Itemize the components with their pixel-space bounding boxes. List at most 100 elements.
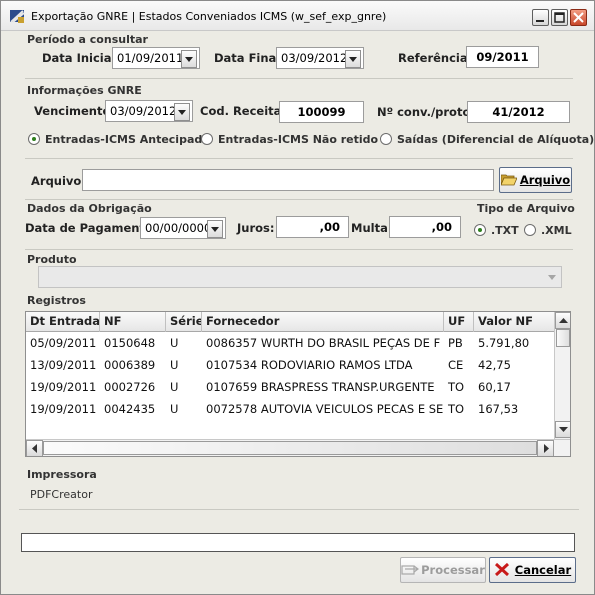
referencia-label: Referência:	[398, 51, 473, 65]
cell-uf: TO	[448, 402, 465, 416]
data-inicial-value: 01/09/2011	[117, 51, 184, 65]
scroll-right-button[interactable]	[537, 440, 554, 456]
divider	[25, 158, 573, 159]
cell-dt-entrada: 19/09/2011	[30, 402, 97, 416]
column-header-nf[interactable]: NF	[100, 312, 166, 332]
arquivo-button-label: Arquivo	[519, 173, 571, 187]
cell-nf: 0150648	[104, 336, 156, 350]
referencia-value: 09/2011	[476, 50, 529, 64]
cell-serie: U	[170, 358, 179, 372]
horizontal-scroll-thumb[interactable]	[43, 441, 537, 455]
radio-unselected-icon	[201, 133, 213, 145]
cell-dt-entrada: 05/09/2011	[30, 336, 97, 350]
radio-label: Entradas-ICMS Não retido	[218, 133, 379, 146]
scroll-up-button[interactable]	[555, 312, 570, 329]
produto-group-label: Produto	[27, 253, 77, 266]
radio-xml[interactable]: .XML	[524, 224, 572, 237]
cell-dt-entrada: 19/09/2011	[30, 380, 97, 394]
vertical-scrollbar[interactable]	[554, 312, 570, 439]
data-pagamento-dropdown[interactable]: 00/00/0000	[140, 217, 226, 239]
chevron-down-icon	[178, 110, 186, 115]
data-inicial-label: Data Inicial:	[42, 51, 121, 65]
data-pagamento-value: 00/00/0000	[145, 221, 212, 235]
arquivo-button[interactable]: Arquivo	[499, 167, 572, 193]
cell-uf: CE	[448, 358, 464, 372]
radio-label: Entradas-ICMS Antecipado	[45, 133, 210, 146]
cell-fornecedor: 0072578 AUTOVIA VEICULOS PECAS E SE	[206, 402, 444, 416]
window-title: Exportação GNRE | Estados Conveniados IC…	[31, 10, 387, 23]
table-row[interactable]: 19/09/2011 0042435 U 0072578 AUTOVIA VEI…	[26, 398, 554, 420]
data-final-dropdown[interactable]: 03/09/2012	[276, 47, 364, 69]
chevron-left-icon	[32, 444, 37, 453]
horizontal-scrollbar[interactable]	[26, 439, 570, 456]
table-row[interactable]: 13/09/2011 0006389 U 0107534 RODOVIARIO …	[26, 354, 554, 376]
cell-fornecedor: 0086357 WURTH DO BRASIL PEÇAS DE F	[206, 336, 441, 350]
data-inicial-dropdown[interactable]: 01/09/2011	[112, 47, 200, 69]
cod-receita-input[interactable]: 100099	[279, 101, 364, 123]
scroll-down-button[interactable]	[555, 421, 570, 438]
radio-saidas-diferencial[interactable]: Saídas (Diferencial de Alíquota)	[380, 133, 594, 146]
data-pagamento-dropdown-button[interactable]	[207, 220, 223, 238]
column-header-serie[interactable]: Série	[166, 312, 202, 332]
periodo-group-label: Período a consultar	[27, 33, 148, 46]
column-header-valor-nf[interactable]: Valor NF	[474, 312, 554, 332]
table-row[interactable]: 19/09/2011 0002726 U 0107659 BRASPRESS T…	[26, 376, 554, 398]
minimize-button[interactable]	[532, 9, 549, 26]
radio-unselected-icon	[380, 133, 392, 145]
column-header-fornecedor[interactable]: Fornecedor	[202, 312, 444, 332]
divider	[19, 509, 579, 510]
processar-button[interactable]: Processar	[400, 557, 486, 583]
title-bar[interactable]: Exportação GNRE | Estados Conveniados IC…	[1, 1, 594, 31]
produto-dropdown[interactable]	[38, 266, 562, 288]
close-icon	[494, 562, 509, 577]
radio-entradas-antecipado[interactable]: Entradas-ICMS Antecipado	[28, 133, 210, 146]
vertical-scroll-thumb[interactable]	[556, 329, 570, 347]
referencia-input[interactable]: 09/2011	[466, 46, 539, 68]
radio-selected-icon	[474, 224, 486, 236]
chevron-down-icon	[349, 57, 357, 62]
cell-nf: 0002726	[104, 380, 156, 394]
status-bar	[21, 533, 575, 552]
tipo-arquivo-group-label: Tipo de Arquivo	[477, 202, 575, 215]
cell-uf: PB	[448, 336, 463, 350]
multa-label: Multa:	[351, 221, 393, 235]
multa-input[interactable]: ,00	[389, 216, 461, 238]
cancelar-button[interactable]: Cancelar	[489, 557, 576, 583]
registros-table[interactable]: Dt Entrada NF Série Fornecedor UF Valor …	[25, 311, 571, 457]
data-inicial-dropdown-button[interactable]	[181, 50, 197, 68]
scroll-left-button[interactable]	[26, 440, 43, 456]
vencimento-dropdown[interactable]: 03/09/2012	[105, 100, 193, 122]
cod-receita-label: Cod. Receita:	[200, 104, 287, 118]
column-header-dt-entrada[interactable]: Dt Entrada	[26, 312, 100, 332]
cell-dt-entrada: 13/09/2011	[30, 358, 97, 372]
cell-fornecedor: 0107659 BRASPRESS TRANSP.URGENTE	[206, 380, 435, 394]
close-button[interactable]	[570, 9, 587, 26]
process-icon	[401, 564, 420, 575]
impressora-group-label: Impressora	[27, 468, 97, 481]
multa-value: ,00	[431, 220, 452, 234]
cancelar-label: Cancelar	[514, 563, 572, 577]
arquivo-input[interactable]	[82, 169, 494, 191]
obrigacao-group-label: Dados da Obrigação	[27, 202, 152, 215]
radio-entradas-nao-retido[interactable]: Entradas-ICMS Não retido	[201, 133, 378, 146]
table-row[interactable]: 05/09/2011 0150648 U 0086357 WURTH DO BR…	[26, 332, 554, 354]
conv-protoc-input[interactable]: 41/2012	[467, 101, 570, 123]
data-final-dropdown-button[interactable]	[345, 50, 361, 68]
impressora-value: PDFCreator	[30, 488, 93, 501]
juros-input[interactable]: ,00	[276, 216, 349, 238]
radio-selected-icon	[28, 133, 40, 145]
cell-valor-nf: 5.791,80	[478, 336, 530, 350]
divider	[25, 78, 573, 79]
folder-open-icon	[500, 174, 518, 186]
processar-label: Processar	[421, 563, 485, 577]
cell-uf: TO	[448, 380, 465, 394]
radio-txt[interactable]: .TXT	[474, 224, 519, 237]
column-header-uf[interactable]: UF	[444, 312, 474, 332]
divider	[25, 199, 573, 200]
radio-label: Saídas (Diferencial de Alíquota)	[397, 133, 595, 146]
cell-valor-nf: 42,75	[478, 358, 511, 372]
vencimento-dropdown-button[interactable]	[174, 103, 190, 121]
cell-serie: U	[170, 336, 179, 350]
registros-group-label: Registros	[27, 294, 86, 307]
maximize-button[interactable]	[551, 9, 568, 26]
